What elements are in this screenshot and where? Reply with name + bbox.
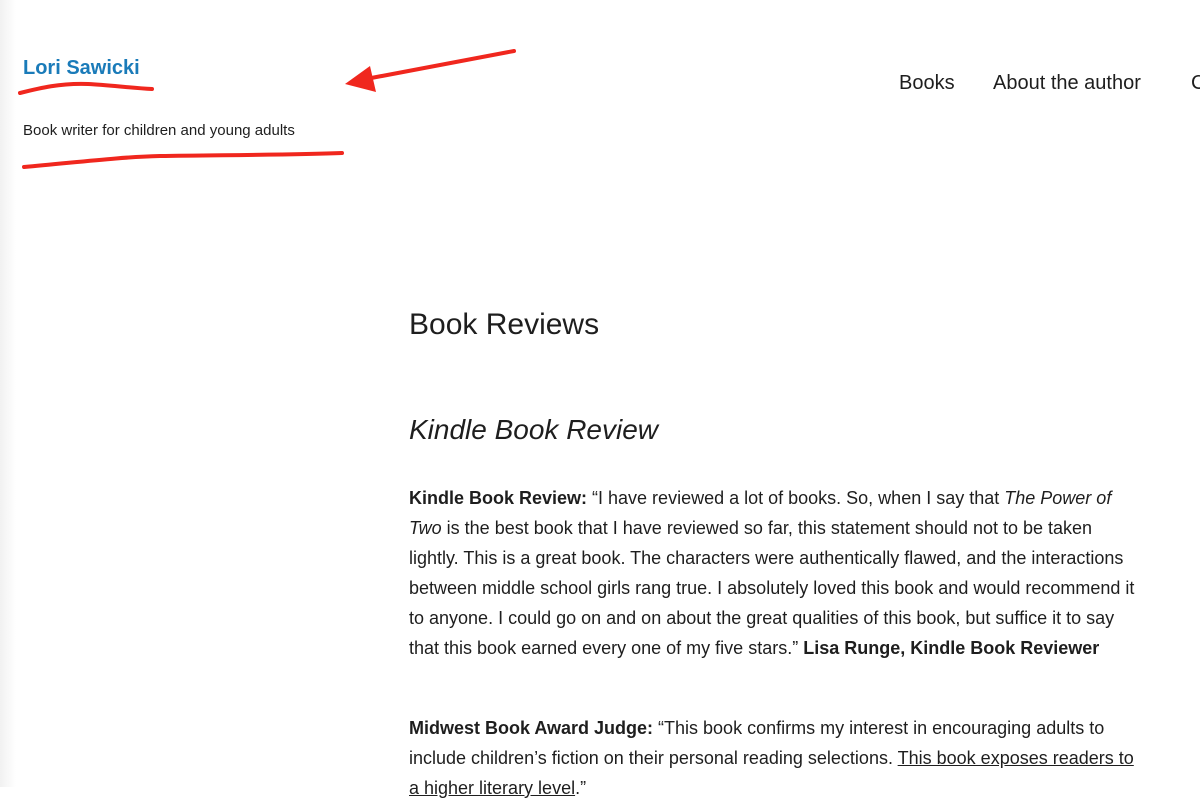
title-underline-scribble bbox=[18, 81, 154, 95]
review-text-close: .” bbox=[575, 778, 587, 798]
arrow-shaft bbox=[364, 49, 516, 81]
review-paragraph: Kindle Book Review: “I have reviewed a l… bbox=[409, 483, 1144, 663]
arrow-head-icon bbox=[345, 66, 376, 92]
nav-link-books[interactable]: Books bbox=[899, 72, 955, 95]
tagline-underline-scribble bbox=[22, 151, 344, 169]
nav-link-about-the-author[interactable]: About the author bbox=[993, 72, 1141, 95]
annotation-overlay bbox=[18, 49, 516, 169]
review-paragraph: Midwest Book Award Judge: “This book con… bbox=[409, 713, 1144, 803]
review-source: Kindle Book Review: bbox=[409, 488, 588, 508]
review-text-close: is the best book that I have reviewed so… bbox=[409, 518, 1135, 658]
section-heading: Kindle Book Review bbox=[409, 414, 659, 445]
site-tagline: Book writer for children and young adult… bbox=[23, 122, 295, 139]
review-attribution: Lisa Runge, Kindle Book Reviewer bbox=[803, 638, 1100, 658]
site-title-link[interactable]: Lori Sawicki bbox=[23, 57, 140, 80]
left-edge-shadow bbox=[0, 0, 16, 787]
nav-link-contact-partial[interactable]: C bbox=[1191, 72, 1200, 95]
review-source: Midwest Book Award Judge: bbox=[409, 718, 654, 738]
page-title: Book Reviews bbox=[409, 308, 600, 341]
review-text-open: “I have reviewed a lot of books. So, whe… bbox=[587, 488, 1005, 508]
